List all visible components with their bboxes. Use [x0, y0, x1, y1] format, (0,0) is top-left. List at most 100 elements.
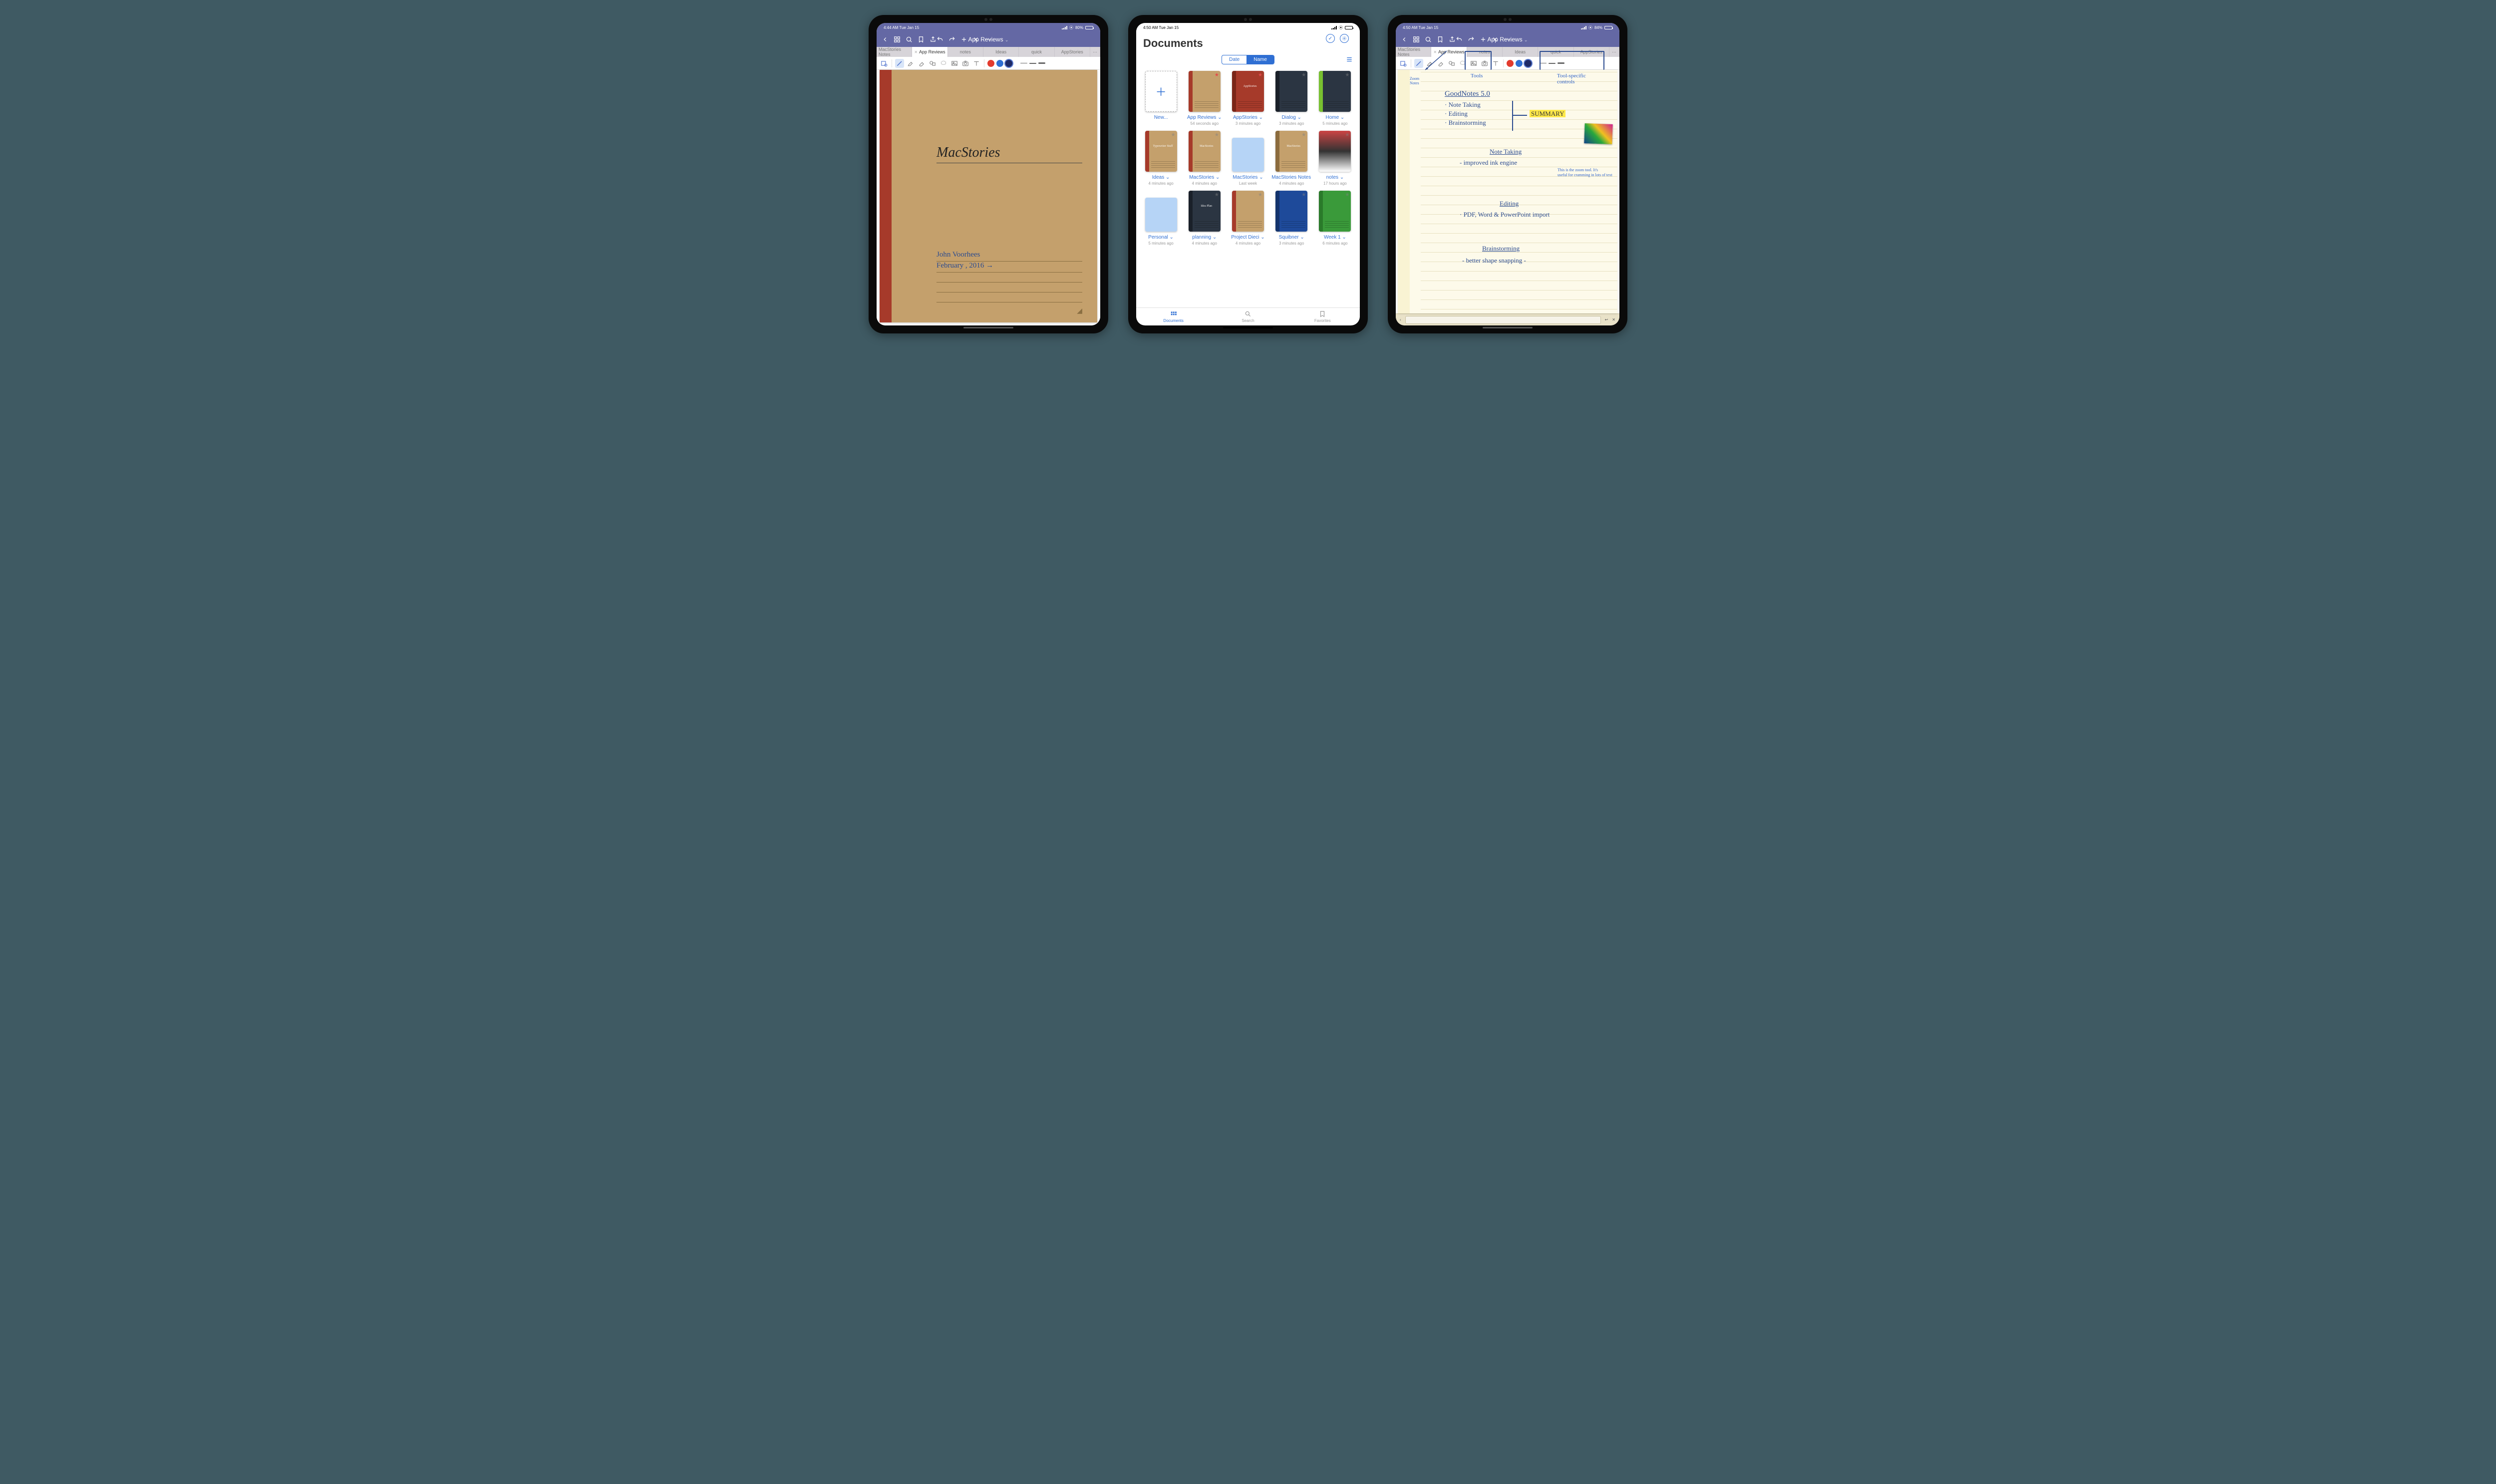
list-view-icon[interactable]: [1346, 56, 1353, 63]
image-tool-icon[interactable]: [950, 59, 959, 68]
doc-name[interactable]: notes ⌄: [1326, 175, 1344, 180]
doc-name[interactable]: Ideas ⌄: [1152, 175, 1170, 180]
doc-thumbnail[interactable]: ★MacStories: [1275, 131, 1307, 172]
doc-cell[interactable]: ★Dialog ⌄3 minutes ago: [1271, 71, 1312, 126]
doc-name[interactable]: App Reviews ⌄: [1187, 115, 1222, 120]
zoom-tool-icon[interactable]: [1399, 59, 1408, 68]
close-tab-icon[interactable]: ✕: [914, 50, 918, 54]
lasso-tool-icon[interactable]: [939, 59, 948, 68]
nav-title[interactable]: App Reviews ⌄: [968, 36, 1009, 43]
doc-thumbnail[interactable]: ★: [1189, 71, 1221, 112]
pen-tool-icon[interactable]: [1414, 59, 1423, 68]
select-button[interactable]: ✓: [1326, 34, 1335, 43]
eraser-tool-icon[interactable]: [917, 59, 926, 68]
favorite-star-icon[interactable]: ★: [1258, 192, 1262, 198]
doc-cell[interactable]: Personal ⌄5 minutes ago: [1140, 191, 1182, 246]
tab-notes[interactable]: notes: [948, 47, 983, 57]
doc-name[interactable]: Home ⌄: [1325, 115, 1344, 120]
undo-icon[interactable]: [936, 36, 943, 43]
doc-thumbnail[interactable]: ★AppStories: [1232, 71, 1264, 112]
doc-thumbnail[interactable]: ★: [1275, 71, 1307, 112]
embedded-photo[interactable]: [1584, 123, 1612, 144]
doc-name[interactable]: Project Dieci ⌄: [1231, 235, 1264, 240]
back-icon[interactable]: [1401, 36, 1408, 43]
doc-name[interactable]: Personal ⌄: [1148, 235, 1174, 240]
doc-thumbnail[interactable]: [1145, 198, 1177, 232]
share-icon[interactable]: [1449, 36, 1456, 43]
color-red[interactable]: [987, 60, 994, 67]
redo-icon[interactable]: [948, 36, 955, 43]
text-tool-icon[interactable]: [1491, 59, 1500, 68]
doc-thumbnail[interactable]: ＋: [1145, 71, 1177, 112]
text-tool-icon[interactable]: [972, 59, 981, 68]
doc-thumbnail[interactable]: ★MacStories: [1189, 131, 1221, 172]
doc-cell[interactable]: MacStories ⌄Last week: [1227, 131, 1268, 186]
doc-name[interactable]: Dialog ⌄: [1281, 115, 1301, 120]
search-icon[interactable]: [906, 36, 913, 43]
canvas-note[interactable]: Tools Zoom Notes Tool-specific controls …: [1396, 70, 1619, 313]
undo-icon[interactable]: [1456, 36, 1463, 43]
color-navy-selected[interactable]: [1525, 60, 1532, 67]
tab-app-reviews[interactable]: ✕App Reviews: [912, 47, 947, 57]
back-icon[interactable]: [882, 36, 889, 43]
color-red[interactable]: [1507, 60, 1514, 67]
doc-thumbnail[interactable]: ★: [1319, 71, 1351, 112]
favorite-star-icon[interactable]: ★: [1215, 132, 1219, 138]
doc-name[interactable]: New...: [1154, 115, 1168, 120]
color-navy-selected[interactable]: [1005, 60, 1012, 67]
favorite-star-icon[interactable]: ★: [1215, 192, 1219, 198]
grid-icon[interactable]: [894, 36, 901, 43]
doc-thumbnail[interactable]: ★: [1319, 191, 1351, 232]
highlighter-tool-icon[interactable]: [906, 59, 915, 68]
doc-cell[interactable]: ★notes ⌄17 hours ago: [1314, 131, 1356, 186]
doc-thumbnail[interactable]: [1232, 138, 1264, 172]
doc-cell[interactable]: ★AppStoriesAppStories ⌄3 minutes ago: [1227, 71, 1268, 126]
favorite-star-icon[interactable]: ★: [1301, 192, 1306, 198]
settings-button[interactable]: [1340, 34, 1349, 43]
doc-cell[interactable]: ★Typewriter StuffIdeas ⌄4 minutes ago: [1140, 131, 1182, 186]
zoom-close-icon[interactable]: ✕: [1612, 317, 1615, 322]
zoom-input-bar[interactable]: ‹ ↩︎ ✕: [1396, 313, 1619, 325]
zoom-input-area[interactable]: [1405, 316, 1601, 324]
doc-name[interactable]: planning ⌄: [1192, 235, 1217, 240]
sort-name[interactable]: Name: [1247, 55, 1274, 64]
favorite-star-icon[interactable]: ★: [1345, 192, 1349, 198]
doc-cell[interactable]: ★Idea Planplanning ⌄4 minutes ago: [1184, 191, 1225, 246]
tab-ideas[interactable]: Ideas: [1503, 47, 1538, 57]
add-icon[interactable]: [1480, 36, 1487, 43]
sort-date[interactable]: Date: [1222, 55, 1247, 64]
doc-cell[interactable]: ★Home ⌄5 minutes ago: [1314, 71, 1356, 126]
doc-cell[interactable]: ★MacStoriesMacStories ⌄4 minutes ago: [1184, 131, 1225, 186]
doc-name[interactable]: MacStories ⌄: [1233, 175, 1263, 180]
doc-name[interactable]: MacStories Notes ⌄: [1271, 175, 1311, 180]
favorite-star-icon[interactable]: ★: [1258, 72, 1262, 78]
search-icon[interactable]: [1425, 36, 1432, 43]
tab-overflow[interactable]: ⋯: [1090, 47, 1100, 57]
stroke-thick[interactable]: [1038, 62, 1045, 64]
color-blue[interactable]: [996, 60, 1003, 67]
tab-favorites[interactable]: Favorites: [1285, 308, 1360, 325]
doc-cell[interactable]: ★MacStoriesMacStories Notes ⌄4 minutes a…: [1271, 131, 1312, 186]
tab-overflow[interactable]: ⋯: [1609, 47, 1619, 57]
favorite-star-icon[interactable]: ★: [1345, 72, 1349, 78]
bookmark-icon[interactable]: [1437, 36, 1444, 43]
tab-search[interactable]: Search: [1211, 308, 1285, 325]
canvas-cover[interactable]: MacStories John Voorhees February , 2016…: [877, 70, 1100, 325]
camera-tool-icon[interactable]: [961, 59, 970, 68]
zoom-back-icon[interactable]: ‹: [1400, 317, 1401, 322]
tab-macstories-notes[interactable]: MacStories Notes: [877, 47, 912, 57]
doc-cell[interactable]: ★App Reviews ⌄54 seconds ago: [1184, 71, 1225, 126]
doc-name[interactable]: AppStories ⌄: [1233, 115, 1263, 120]
stroke-medium[interactable]: [1029, 63, 1036, 64]
color-blue[interactable]: [1516, 60, 1523, 67]
doc-name[interactable]: Squibner ⌄: [1279, 235, 1304, 240]
tab-quick[interactable]: quick: [1019, 47, 1054, 57]
doc-thumbnail[interactable]: ★Typewriter Stuff: [1145, 131, 1177, 172]
zoom-tool-icon[interactable]: [880, 59, 889, 68]
favorite-star-icon[interactable]: ★: [1215, 72, 1219, 78]
shape-tool-icon[interactable]: [928, 59, 937, 68]
add-icon[interactable]: [960, 36, 967, 43]
tab-appstories[interactable]: AppStories: [1055, 47, 1090, 57]
doc-thumbnail[interactable]: ★: [1275, 191, 1307, 232]
nav-title[interactable]: App Reviews ⌄: [1488, 36, 1528, 43]
